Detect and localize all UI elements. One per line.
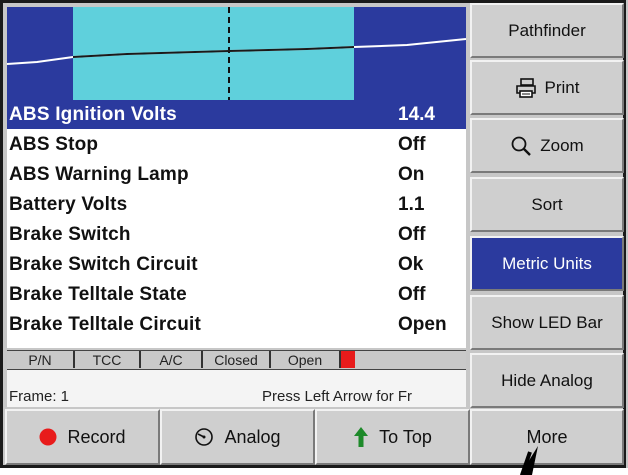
callout-pointer: [520, 446, 538, 475]
